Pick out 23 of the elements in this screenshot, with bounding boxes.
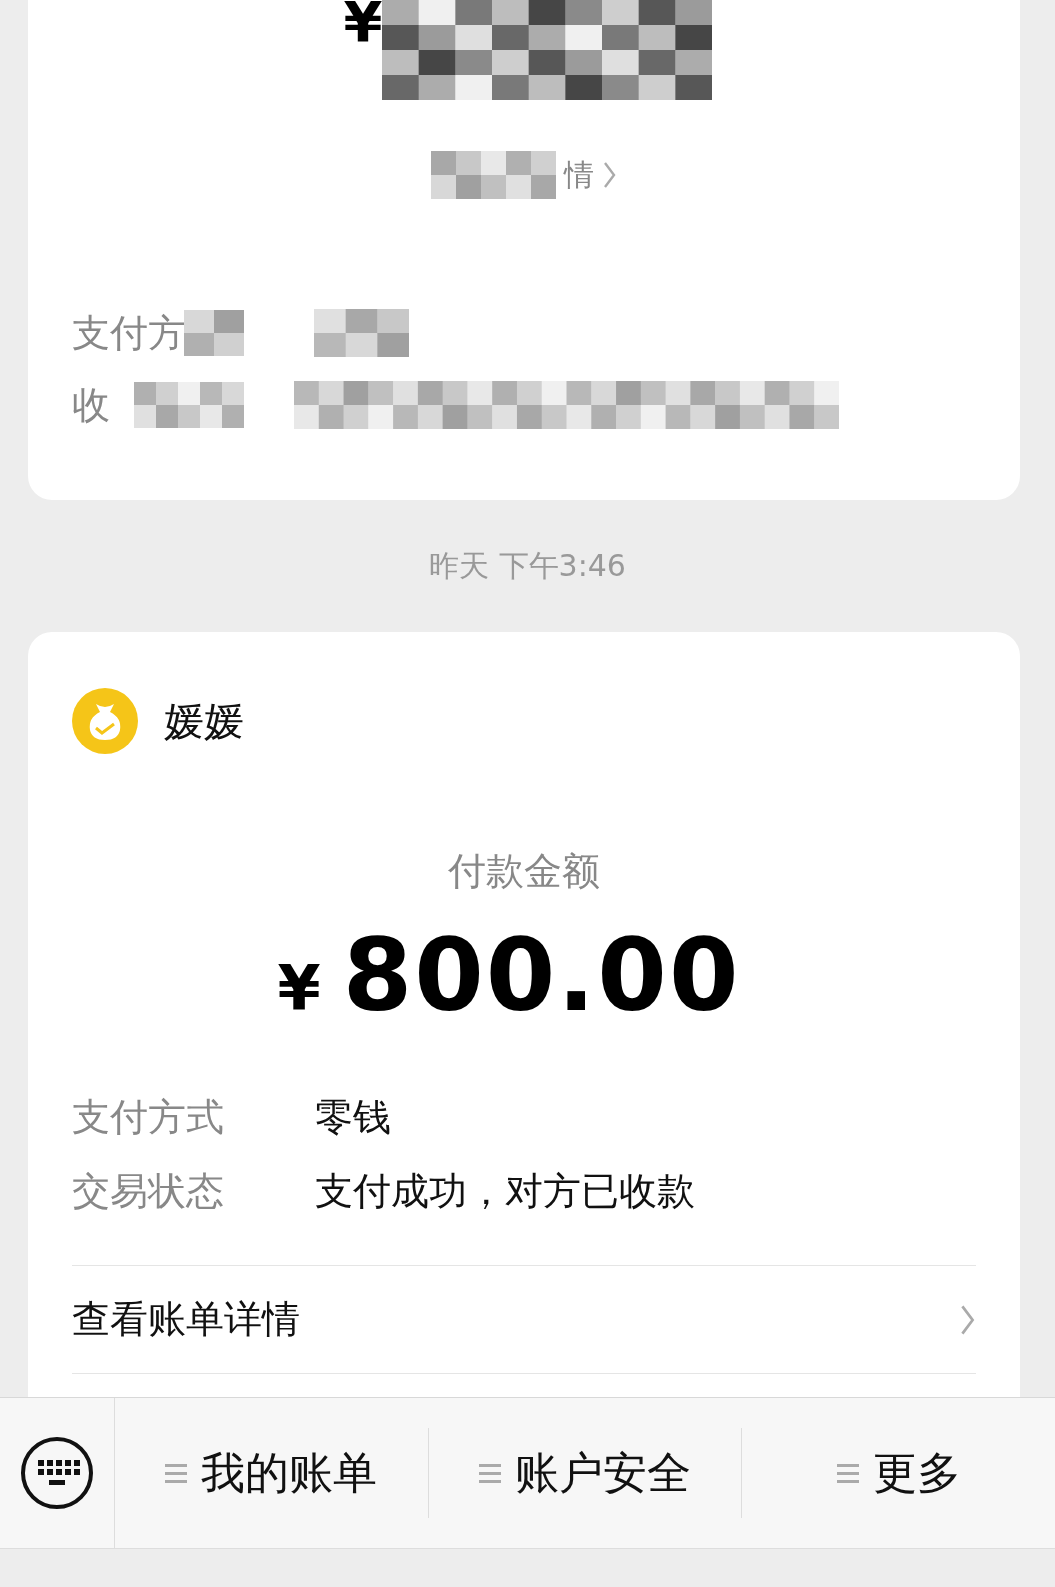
menu-icon xyxy=(165,1462,188,1484)
row-label: 收 xyxy=(72,381,111,429)
amount-text: 800.00 xyxy=(342,917,741,1034)
detail-link[interactable]: 情 xyxy=(564,154,594,196)
row-label: 交易状态 xyxy=(72,1167,225,1215)
timestamp: 昨天 下午3:46 xyxy=(429,546,626,585)
merchant-name: 媛媛 xyxy=(164,696,244,746)
amount-text: ¥ xyxy=(343,0,383,50)
bill-detail-row[interactable]: 查看账单详情 xyxy=(72,1265,976,1374)
menu-button[interactable]: 我的账单 xyxy=(115,1428,429,1518)
row-value: 零钱 xyxy=(315,1093,391,1141)
pixelated-area xyxy=(184,310,244,356)
keyboard-icon[interactable] xyxy=(20,1436,94,1510)
menu-icon xyxy=(836,1462,859,1484)
row-label: 支付方式 xyxy=(72,1093,225,1141)
amount-label: 付款金额 xyxy=(448,849,600,893)
row-value: 支付成功，对方已收款 xyxy=(315,1167,695,1215)
row-label: 支付方 xyxy=(72,309,184,357)
menu-icon xyxy=(479,1462,501,1484)
menu-button[interactable]: 账户安全 xyxy=(428,1428,743,1518)
currency-symbol: ¥ xyxy=(277,952,321,1025)
chevron-icon xyxy=(602,160,617,190)
menu-button[interactable]: 更多 xyxy=(742,1428,1055,1518)
